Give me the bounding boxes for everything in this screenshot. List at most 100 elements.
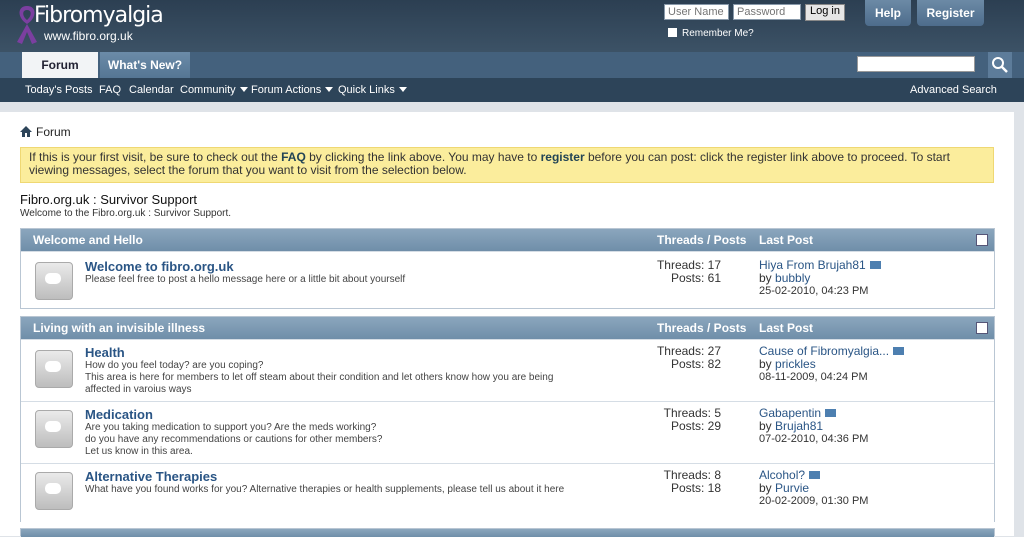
remember-label: Remember Me? [682,28,754,39]
advanced-search-link[interactable]: Advanced Search [910,78,997,102]
main-content: Forum If this is your first visit, be su… [0,112,1014,537]
nav-faq[interactable]: FAQ [99,78,121,102]
category-title[interactable]: Welcome and Hello [33,229,143,251]
last-post-header: Last Post [759,233,814,247]
home-icon[interactable] [20,126,32,137]
last-post: Alcohol? by Purvie 20-02-2009, 01:30 PM [759,469,979,508]
login-form: Log in Remember Me? [660,2,860,46]
category-welcome: Welcome and Hello Threads / Posts Last P… [20,228,995,309]
last-post-user[interactable]: prickles [775,357,816,371]
notice-text-2: by clicking the link above. You may have… [305,150,541,164]
category-header: Living with an invisible illness Threads… [21,317,994,339]
chevron-down-icon [398,87,407,92]
last-post-title[interactable]: Hiya From Brujah81 [759,258,866,272]
tab-whats-new[interactable]: What's New? [100,52,190,78]
last-post-header: Last Post [759,321,814,335]
go-to-post-icon[interactable] [893,347,905,355]
last-post-user[interactable]: bubbly [775,271,810,285]
remember-checkbox[interactable] [668,28,677,37]
forum-row: Alternative Therapies What have you foun… [21,463,994,522]
chevron-down-icon [325,87,334,92]
logo-url: www.fibro.org.uk [44,29,133,43]
forum-row: Welcome to fibro.org.uk Please feel free… [21,251,994,308]
search-input[interactable] [857,56,975,72]
last-post-date: 20-02-2009, 01:30 PM [759,495,869,507]
breadcrumb-forum[interactable]: Forum [36,125,71,139]
last-post-by: by [759,419,776,433]
last-post-by: by [759,481,776,495]
sub-navbar: Today's Posts FAQ Calendar Community For… [0,78,1024,102]
main-navbar: Forum What's New? [0,52,1024,78]
breadcrumb: Forum [20,125,71,139]
page-description: Welcome to the Fibro.org.uk : Survivor S… [20,208,232,219]
threads-posts-header: Threads / Posts [657,321,747,335]
post-count: Posts: 82 [670,357,721,371]
last-post: Gabapentin by Brujah81 07-02-2010, 04:36… [759,407,979,446]
nav-forum-actions[interactable]: Forum Actions [251,78,334,102]
last-post-title[interactable]: Cause of Fibromyalgia... [759,344,889,358]
tab-forum[interactable]: Forum [22,52,98,78]
last-post: Hiya From Brujah81 by bubbly 25-02-2010,… [759,259,979,298]
last-post-date: 25-02-2010, 04:23 PM [759,285,869,297]
notice-text-1: If this is your first visit, be sure to … [29,150,282,164]
username-input[interactable] [664,4,729,20]
login-button[interactable]: Log in [805,4,845,21]
help-button[interactable]: Help [865,0,911,26]
nav-quick-links-label: Quick Links [338,84,395,96]
nav-community[interactable]: Community [180,78,248,102]
last-post-date: 07-02-2010, 04:36 PM [759,433,869,445]
search-button[interactable] [988,52,1012,78]
remember-me[interactable]: Remember Me? [668,28,754,39]
forum-row: Health How do you feel today? are you co… [21,339,994,401]
site-header: Fibromyalgia www.fibro.org.uk Log in Rem… [0,0,1024,52]
site-logo[interactable]: Fibromyalgia www.fibro.org.uk [8,2,178,48]
forum-stats: Threads: 8 Posts: 18 [621,469,721,495]
post-count: Posts: 61 [670,271,721,285]
last-post-by: by [759,357,776,371]
go-to-post-icon[interactable] [809,471,821,479]
forum-name[interactable]: Medication [85,407,153,422]
forum-stats: Threads: 17 Posts: 61 [621,259,721,285]
forum-description: Please feel free to post a hello message… [85,274,406,285]
post-count: Posts: 29 [670,419,721,433]
first-visit-notice: If this is your first visit, be sure to … [20,147,994,183]
last-post-by: by [759,271,776,285]
collapse-icon[interactable] [976,322,988,334]
last-post-title[interactable]: Gabapentin [759,406,821,420]
nav-quick-links[interactable]: Quick Links [338,78,407,102]
forum-status-icon [35,410,73,448]
last-post-user[interactable]: Purvie [775,481,809,495]
category-next [20,528,995,537]
last-post: Cause of Fibromyalgia... by prickles 08-… [759,345,979,384]
category-invisible-illness: Living with an invisible illness Threads… [20,316,995,522]
forum-name[interactable]: Welcome to fibro.org.uk [85,259,234,274]
forum-description: Are you taking medication to support you… [85,422,383,457]
post-count: Posts: 18 [670,481,721,495]
forum-status-icon [35,350,73,388]
collapse-icon[interactable] [976,234,988,246]
page-title: Fibro.org.uk : Survivor Support [20,192,198,207]
category-title[interactable]: Living with an invisible illness [33,317,205,339]
nav-community-label: Community [180,84,236,96]
nav-calendar[interactable]: Calendar [129,78,174,102]
notice-faq-link[interactable]: FAQ [281,150,306,164]
last-post-date: 08-11-2009, 04:24 PM [759,371,868,383]
logo-title: Fibromyalgia [34,3,164,28]
forum-stats: Threads: 27 Posts: 82 [621,345,721,371]
register-button[interactable]: Register [917,0,984,26]
last-post-user[interactable]: Brujah81 [775,419,823,433]
nav-todays-posts[interactable]: Today's Posts [25,78,93,102]
search-icon [992,57,1008,73]
category-header: Welcome and Hello Threads / Posts Last P… [21,229,994,251]
notice-register-link[interactable]: register [541,150,585,164]
last-post-title[interactable]: Alcohol? [759,468,805,482]
forum-status-icon [35,262,73,300]
forum-stats: Threads: 5 Posts: 29 [621,407,721,433]
forum-description: How do you feel today? are you coping? T… [85,360,554,395]
forum-name[interactable]: Health [85,345,125,360]
forum-name[interactable]: Alternative Therapies [85,469,217,484]
chevron-down-icon [239,87,248,92]
password-input[interactable] [733,4,801,20]
go-to-post-icon[interactable] [869,261,881,269]
go-to-post-icon[interactable] [825,409,837,417]
